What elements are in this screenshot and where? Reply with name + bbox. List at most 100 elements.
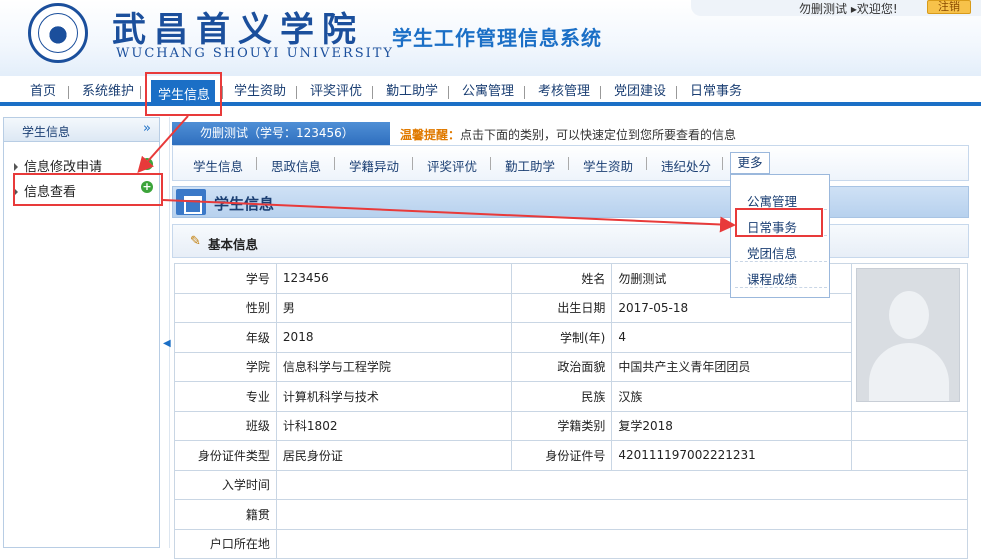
field-value: 男	[275, 292, 513, 323]
user-greeting: 勿删测试 ▸欢迎您!	[799, 2, 898, 16]
nav-separator	[68, 86, 69, 99]
nav-item-student-info[interactable]: 学生信息	[158, 84, 210, 103]
table-row: 入学时间	[174, 469, 969, 500]
school-name-en: WUCHANG SHOUYI UNIVERSITY	[116, 46, 395, 61]
logout-button[interactable]: 注销	[927, 0, 971, 14]
category-discipline[interactable]: 违纪处分	[661, 156, 711, 175]
category-separator	[256, 157, 257, 170]
category-awards[interactable]: 评奖评优	[427, 156, 477, 175]
field-value: 计算机科学与技术	[275, 381, 513, 412]
field-label: 姓名	[511, 263, 613, 294]
category-separator	[412, 157, 413, 170]
table-row: 学院 信息科学与工程学院 政治面貌 中国共产主义青年团团员	[174, 351, 968, 382]
category-workstudy[interactable]: 勤工助学	[505, 156, 555, 175]
avatar-placeholder	[855, 268, 960, 402]
system-title: 学生工作管理信息系统	[392, 26, 602, 50]
field-value: 中国共产主义青年团团员	[611, 351, 852, 382]
nav-separator	[600, 86, 601, 99]
annotation-highlight-sidebar	[13, 173, 163, 206]
field-label: 学籍类别	[511, 410, 613, 441]
school-name-cn: 武昌首义学院	[112, 10, 364, 50]
field-label: 性别	[174, 292, 277, 323]
add-icon[interactable]: +	[141, 158, 153, 170]
nav-separator	[372, 86, 373, 99]
category-separator	[568, 157, 569, 170]
student-name-tab[interactable]: 勿删测试（学号：123456）	[172, 122, 390, 145]
menu-item-party[interactable]: 党团信息	[747, 243, 797, 262]
annotation-highlight-menu	[735, 208, 823, 237]
section-header	[172, 186, 969, 218]
section-title: 学生信息	[214, 195, 275, 213]
field-label: 年级	[174, 322, 277, 353]
empty-cell	[850, 440, 969, 471]
photo-cell	[850, 263, 969, 412]
nav-separator	[296, 86, 297, 99]
field-value: 居民身份证	[275, 440, 513, 471]
nav-item-daily[interactable]: 日常事务	[690, 82, 742, 102]
category-separator	[334, 157, 335, 170]
empty-cell	[850, 410, 969, 441]
table-row: 年级 2018 学制(年) 4	[174, 322, 968, 353]
field-value: 420111197002221231	[611, 440, 852, 471]
nav-item-workstudy[interactable]: 勤工助学	[386, 82, 438, 102]
field-label: 学制(年)	[511, 322, 613, 353]
table-row: 性别 男 出生日期 2017-05-18	[174, 292, 968, 323]
field-label: 政治面貌	[511, 351, 613, 382]
nav-separator	[140, 86, 141, 99]
field-value: 计科1802	[275, 410, 513, 441]
main-nav: 首页 系统维护 学生资助 评奖评优 勤工助学 公寓管理 考核管理 党团建设 日常…	[0, 76, 981, 106]
more-button[interactable]: 更多	[730, 152, 770, 174]
category-aid[interactable]: 学生资助	[583, 156, 633, 175]
field-label: 入学时间	[174, 469, 277, 500]
nav-item-dorm[interactable]: 公寓管理	[462, 82, 514, 102]
user-bar: 勿删测试 ▸欢迎您! 注销	[691, 0, 981, 16]
field-label: 身份证件类型	[174, 440, 277, 471]
table-row: 户口所在地	[174, 528, 969, 559]
field-label: 专业	[174, 381, 277, 412]
category-status-change[interactable]: 学籍异动	[349, 156, 399, 175]
collapse-left-icon[interactable]: ◀	[163, 338, 171, 349]
nav-separator	[222, 86, 223, 99]
field-value: 信息科学与工程学院	[275, 351, 513, 382]
nav-item-aid[interactable]: 学生资助	[234, 82, 286, 102]
table-row: 身份证件类型 居民身份证 身份证件号 420111197002221231	[174, 440, 969, 471]
reminder-label: 温馨提醒：	[400, 128, 461, 142]
field-label: 班级	[174, 410, 277, 441]
reminder-text: 点击下面的类别，可以快速定位到您所要查看的信息	[460, 128, 737, 142]
table-row: 学号 123456 姓名 勿删测试	[174, 263, 969, 412]
collapse-icon[interactable]: »	[143, 121, 151, 136]
field-value: 复学2018	[611, 410, 852, 441]
sidebar-title: 学生信息	[22, 125, 71, 139]
basic-info-title: 基本信息	[208, 237, 259, 252]
table-row: 班级 计科1802 学籍类别 复学2018	[174, 410, 969, 441]
nav-item-awards[interactable]: 评奖评优	[310, 82, 362, 102]
field-label: 学院	[174, 351, 277, 382]
calendar-icon	[176, 189, 206, 215]
info-table: 学号 123456 姓名 勿删测试 性别 男 出生日期 2017-05-18 年…	[174, 263, 969, 559]
field-label: 民族	[511, 381, 613, 412]
table-row: 籍贯	[174, 499, 969, 530]
nav-item-assessment[interactable]: 考核管理	[538, 82, 590, 102]
nav-item-party[interactable]: 党团建设	[614, 82, 666, 102]
field-label: 出生日期	[511, 292, 613, 323]
menu-item-grades[interactable]: 课程成绩	[747, 269, 797, 288]
field-value	[275, 499, 969, 530]
field-label: 学号	[174, 263, 277, 294]
basic-info-header	[172, 224, 969, 258]
field-value: 4	[611, 322, 852, 353]
field-label: 籍贯	[174, 499, 277, 530]
sidebar-header: 学生信息 »	[4, 118, 159, 142]
field-value: 123456	[275, 263, 513, 294]
nav-separator	[676, 86, 677, 99]
nav-item-home[interactable]: 首页	[30, 82, 56, 102]
menu-divider	[735, 287, 827, 288]
nav-separator	[448, 86, 449, 99]
category-separator	[646, 157, 647, 170]
category-ideology[interactable]: 思政信息	[271, 156, 321, 175]
category-student-info[interactable]: 学生信息	[193, 156, 243, 175]
menu-divider	[735, 261, 827, 262]
field-value: 2018	[275, 322, 513, 353]
field-value: 汉族	[611, 381, 852, 412]
category-separator	[722, 157, 723, 170]
nav-item-system[interactable]: 系统维护	[82, 82, 134, 102]
